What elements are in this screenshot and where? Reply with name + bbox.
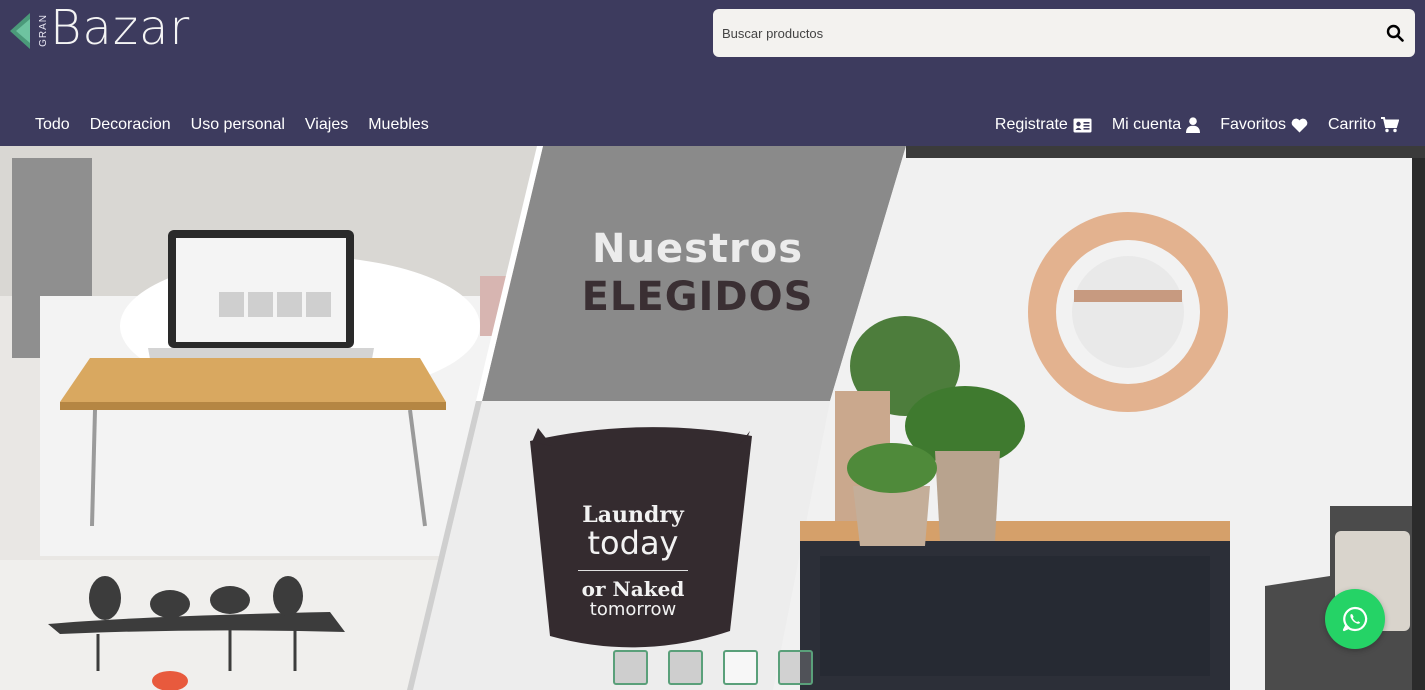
brand-name: Bazar: [50, 0, 191, 56]
whatsapp-button[interactable]: [1325, 589, 1385, 649]
search-button[interactable]: [1375, 9, 1415, 57]
nav-favoritos[interactable]: Favoritos: [1220, 116, 1308, 134]
id-card-icon: [1073, 118, 1092, 132]
whatsapp-icon: [1342, 606, 1368, 632]
nav-mi-cuenta-label: Mi cuenta: [1111, 116, 1182, 133]
account-nav: Registrate Mi cuenta Favoritos Carrito: [995, 116, 1399, 134]
search-icon: [1386, 24, 1404, 42]
heart-icon: [1291, 118, 1308, 132]
hero-headline-line1: Nuestros: [591, 226, 804, 272]
carousel-dot-4[interactable]: [778, 650, 813, 685]
bag-text-line4: tomorrow: [589, 599, 677, 620]
nav-registrate[interactable]: Registrate: [995, 116, 1092, 134]
laundry-bag-print: Laundry today or Naked tomorrow: [563, 502, 703, 620]
nav-registrate-label: Registrate: [994, 116, 1068, 133]
site-header: GRAN Bazar Todo Decoracion Uso personal …: [0, 0, 1425, 146]
carousel-indicators: [613, 650, 813, 685]
cart-icon: [1381, 117, 1399, 133]
bag-text-line3: or Naked: [581, 577, 685, 601]
nav-item-todo[interactable]: Todo: [35, 116, 70, 134]
hero-headline: Nuestros ELEGIDOS: [540, 226, 855, 320]
nav-item-muebles[interactable]: Muebles: [368, 116, 428, 134]
nav-item-uso-personal[interactable]: Uso personal: [191, 116, 285, 134]
carousel-dot-1[interactable]: [613, 650, 648, 685]
hero-headline-line2: ELEGIDOS: [581, 274, 814, 320]
brand-prefix: GRAN: [38, 14, 49, 47]
carousel-dot-2[interactable]: [668, 650, 703, 685]
nav-favoritos-label: Favoritos: [1220, 116, 1286, 133]
nav-carrito[interactable]: Carrito: [1328, 116, 1399, 134]
nav-mi-cuenta[interactable]: Mi cuenta: [1111, 116, 1201, 134]
brand-logo[interactable]: GRAN Bazar: [8, 0, 189, 56]
nav-carrito-label: Carrito: [1327, 116, 1376, 133]
bag-text-rule: [578, 570, 688, 571]
main-nav: Todo Decoracion Uso personal Viajes Mueb…: [35, 116, 429, 134]
user-icon: [1186, 117, 1201, 133]
bag-text-line2: today: [587, 524, 679, 562]
nav-item-viajes[interactable]: Viajes: [305, 116, 348, 134]
search-bar: [713, 9, 1415, 57]
search-input[interactable]: [713, 25, 1375, 41]
hero-carousel: Nuestros ELEGIDOS Laundry today or Naked…: [0, 146, 1425, 690]
nav-item-decoracion[interactable]: Decoracion: [90, 116, 171, 134]
logo-mark-icon: [8, 11, 40, 51]
carousel-dot-3[interactable]: [723, 650, 758, 685]
